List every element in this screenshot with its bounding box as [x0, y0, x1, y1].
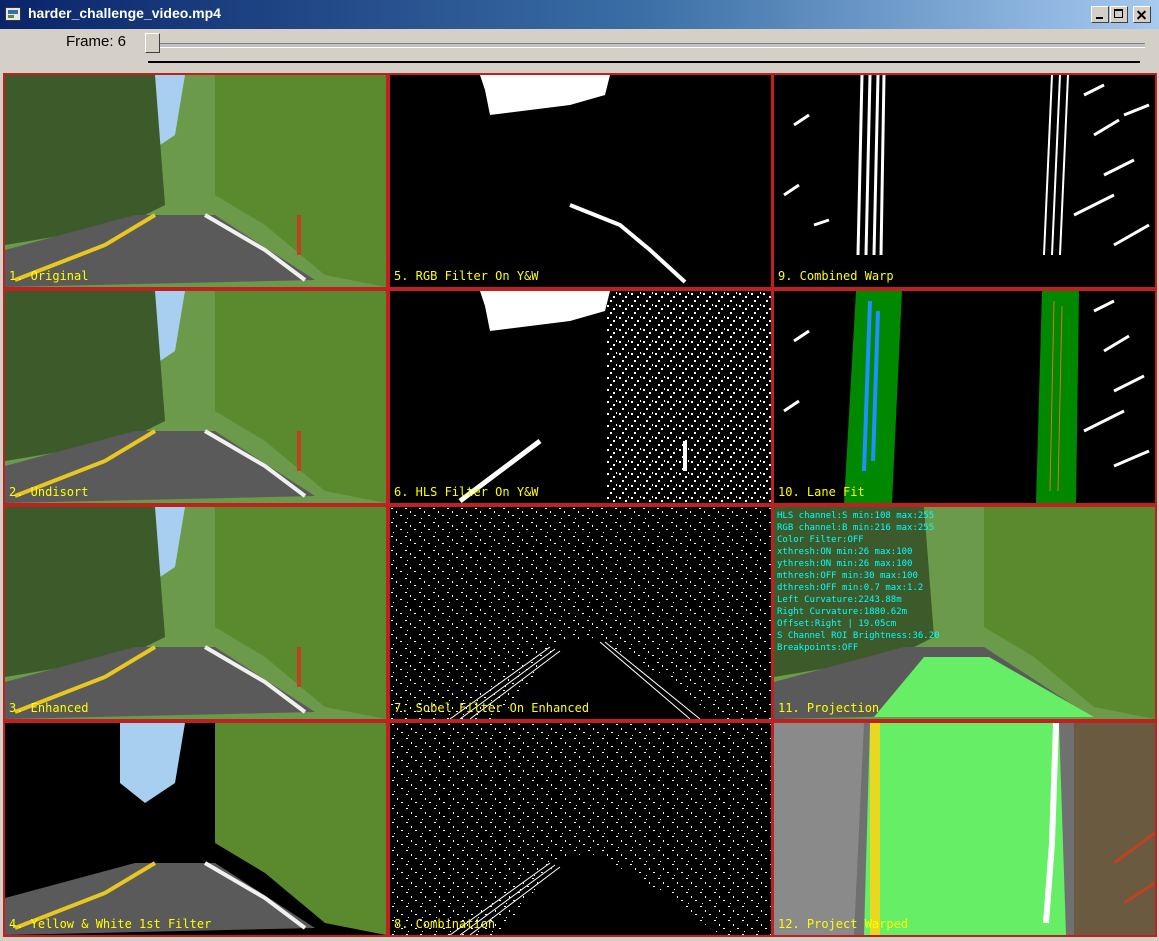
overlay-line: Breakpoints:OFF: [777, 643, 859, 653]
window-title: harder_challenge_video.mp4: [28, 5, 221, 21]
panel-label: 10. Lane Fit: [778, 485, 865, 499]
warp-image: [774, 75, 1155, 287]
overlay-line: dthresh:OFF min:0.7 max:1.2: [777, 583, 924, 593]
panel-projection: HLS channel:S min:108 max:255 RGB channe…: [774, 507, 1155, 719]
panel-label: 11. Projection: [778, 701, 880, 715]
app-icon: [5, 7, 21, 21]
lane-fit-image: [774, 291, 1155, 503]
panel-sobel: 7. Sobel Filter On Enhanced: [390, 507, 771, 719]
edge-image: [390, 507, 771, 719]
overlay-line: HLS channel:S min:108 max:255: [777, 511, 935, 521]
panel-label: 7. Sobel Filter On Enhanced: [394, 701, 590, 715]
panel-label: 4. Yellow & White 1st Filter: [9, 917, 212, 931]
frame-slider-track[interactable]: [148, 43, 1145, 48]
panel-label: 6. HLS Filter On Y&W: [394, 485, 539, 499]
panel-rgb-filter: 5. RGB Filter On Y&W: [390, 75, 771, 287]
panel-label: 12. Project Warped: [778, 917, 909, 931]
panel-combined-warp: 9. Combined Warp: [774, 75, 1155, 287]
title-bar: harder_challenge_video.mp4: [0, 0, 1159, 29]
maximize-icon: [1114, 9, 1123, 18]
panel-enhanced: 3. Enhanced: [5, 507, 386, 719]
road-image: [5, 75, 386, 287]
overlay-line: xthresh:ON min:26 max:100: [777, 547, 913, 557]
panel-label: 2. Undisort: [9, 485, 89, 499]
frame-label: Frame: 6: [66, 33, 127, 50]
panel-combination: 8. Combination: [390, 723, 771, 935]
panel-undistort: 2. Undisort: [5, 291, 386, 503]
panel-project-warped: 12. Project Warped: [774, 723, 1155, 935]
binary-image: [390, 75, 771, 287]
overlay-line: Left Curvature:2243.88m: [777, 595, 902, 605]
binary-image: [390, 291, 771, 503]
panel-original: 1. Original: [5, 75, 386, 287]
maximize-button[interactable]: [1110, 6, 1128, 23]
panel-label: 3. Enhanced: [9, 701, 89, 715]
panel-yellow-white-filter: 4. Yellow & White 1st Filter: [5, 723, 386, 935]
panel-label: 5. RGB Filter On Y&W: [394, 269, 539, 283]
minimize-button[interactable]: [1091, 6, 1109, 23]
overlay-line: S Channel ROI Brightness:36.20: [777, 631, 940, 641]
overlay-line: ythresh:ON min:26 max:100: [777, 559, 913, 569]
close-button[interactable]: [1133, 6, 1151, 23]
panel-lane-fit: 10. Lane Fit: [774, 291, 1155, 503]
combination-image: [390, 723, 771, 935]
overlay-line: Right Curvature:1880.62m: [777, 607, 908, 617]
overlay-line: Offset:Right | 19.05cm: [777, 619, 897, 629]
close-icon: [1134, 7, 1150, 22]
panel-label: 9. Combined Warp: [778, 269, 894, 283]
trackbar-area: [0, 29, 1159, 72]
overlay-line: mthresh:OFF min:30 max:100: [777, 571, 918, 581]
road-image: [5, 507, 386, 719]
overlay-line: RGB channel:B min:216 max:255: [777, 523, 935, 533]
debug-overlay: HLS channel:S min:108 max:255 RGB channe…: [777, 510, 940, 654]
minimize-icon: [1096, 17, 1103, 19]
frame-slider-ticks: [148, 61, 1140, 63]
warped-projection-image: [774, 723, 1155, 935]
panel-hls-filter: 6. HLS Filter On Y&W: [390, 291, 771, 503]
panel-label: 8. Combination: [394, 917, 496, 931]
frame-slider-thumb[interactable]: [145, 33, 160, 53]
panel-grid: 1. Original 5. RGB Filter On Y&W 9. Comb…: [3, 73, 1157, 937]
panel-label: 1. Original: [9, 269, 89, 283]
road-image: [5, 291, 386, 503]
overlay-line: Color Filter:OFF: [777, 535, 864, 545]
filtered-image: [5, 723, 386, 935]
